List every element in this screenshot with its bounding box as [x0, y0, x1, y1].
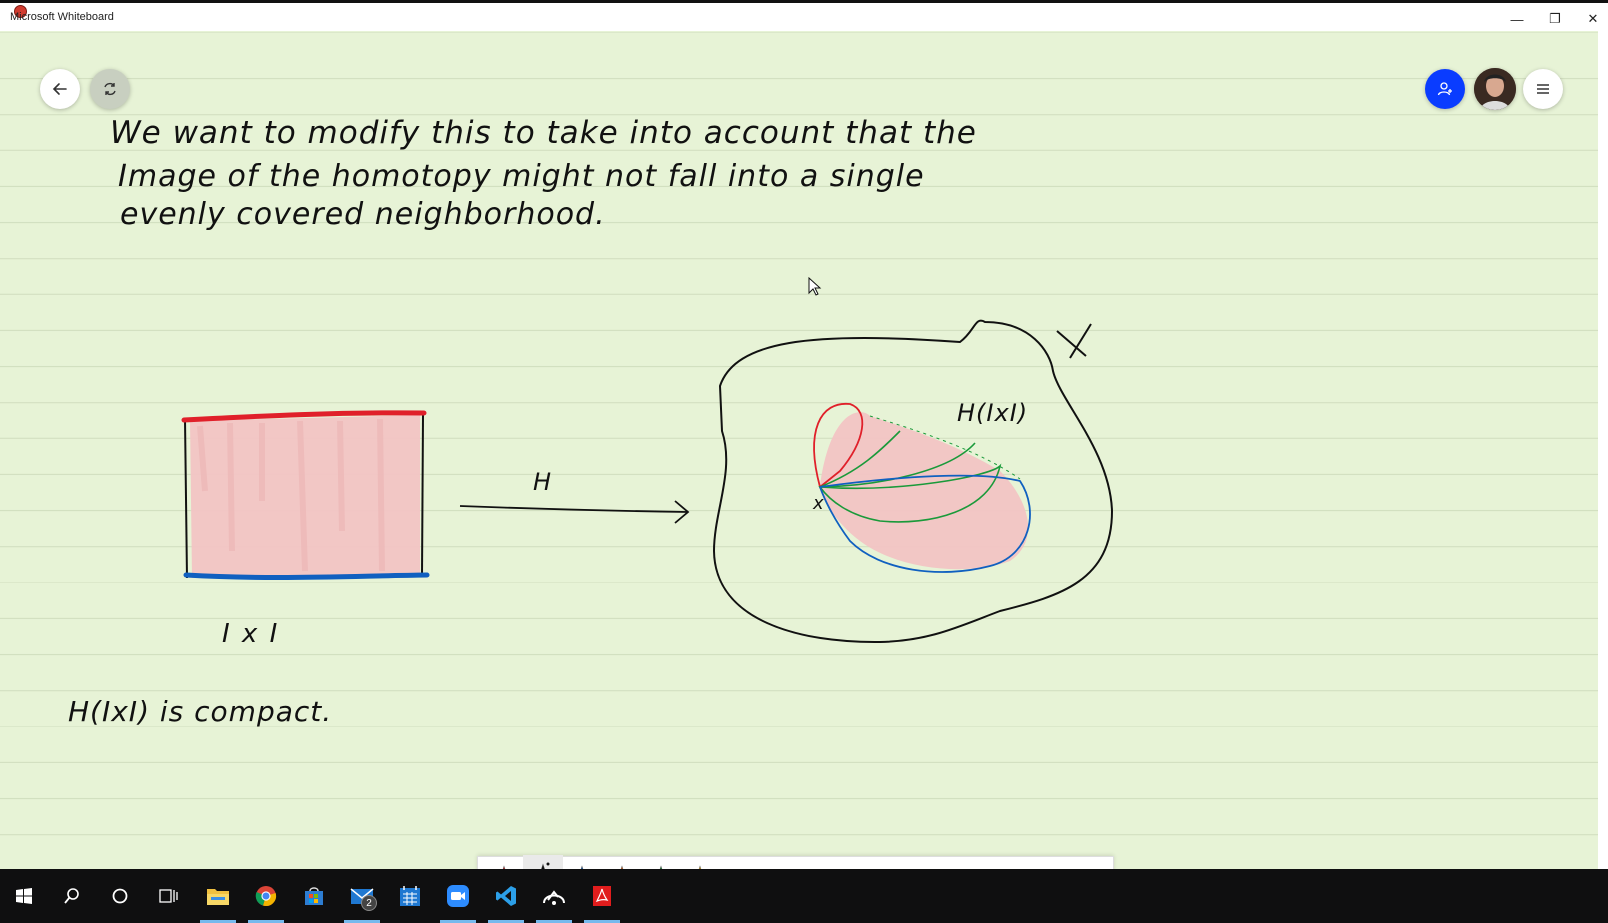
yellow-pen-tool[interactable] [681, 855, 720, 869]
label-ixi: I x I [222, 619, 280, 649]
whiteboard-button[interactable] [530, 869, 578, 923]
drawing-toolbar: A ⊞ ↶ ↷ [477, 855, 1114, 870]
zoom-button[interactable] [434, 869, 482, 923]
orange-pen-tool[interactable] [602, 855, 641, 869]
label-h: H [533, 468, 554, 496]
highlighter-tool[interactable] [720, 855, 759, 869]
cortana-icon [112, 888, 128, 904]
mail-button[interactable]: 2 [338, 869, 386, 923]
task-view-button[interactable] [144, 869, 192, 923]
taskbar: 2 [0, 869, 1608, 923]
start-button[interactable] [0, 869, 48, 923]
diagram-drawing [181, 319, 1114, 644]
minimize-button[interactable]: — [1500, 9, 1534, 29]
mail-badge: 2 [361, 895, 377, 911]
search-button[interactable] [48, 869, 96, 923]
acrobat-button[interactable] [578, 869, 626, 923]
image-tool[interactable] [956, 855, 995, 869]
store-button[interactable] [290, 869, 338, 923]
app-title: Microsoft Whiteboard [10, 11, 114, 23]
black-pen-tool[interactable] [523, 855, 563, 869]
eraser-tool[interactable] [759, 855, 798, 869]
add-tool[interactable]: ⊞ [995, 855, 1034, 869]
blue-pen-tool[interactable] [563, 855, 602, 869]
lasso-tool[interactable] [838, 855, 877, 869]
undo-button[interactable]: ↶ [1034, 855, 1073, 869]
label-point-x: x [813, 493, 826, 514]
windows-logo-icon [16, 888, 32, 904]
note-tool[interactable] [916, 855, 955, 869]
search-icon [64, 888, 79, 904]
ruler-tool[interactable] [799, 855, 838, 869]
whiteboard-canvas[interactable]: We want to modify this to take into acco… [0, 31, 1598, 869]
window-edge [1598, 31, 1608, 869]
square-ixi [181, 410, 430, 580]
vscode-icon [496, 886, 516, 906]
chrome-icon [255, 886, 277, 906]
calendar-icon [400, 886, 420, 906]
store-icon [305, 887, 323, 905]
zoom-icon [447, 885, 469, 907]
conclusion-text: H(IxI) is compact. [68, 695, 333, 728]
label-h-ixi: H(IxI) [957, 399, 1029, 427]
vscode-button[interactable] [482, 869, 530, 923]
redo-button[interactable]: ↷ [1074, 855, 1113, 869]
chrome-button[interactable] [242, 869, 290, 923]
text-tool[interactable]: A [877, 855, 916, 870]
red-pen-tool[interactable] [484, 855, 523, 869]
task-view-icon [159, 889, 178, 903]
calendar-button[interactable] [386, 869, 434, 923]
close-button[interactable]: ✕ [1576, 9, 1608, 29]
green-pen-tool[interactable] [641, 855, 680, 869]
black-pen-icon [541, 862, 550, 869]
file-explorer-icon [207, 889, 229, 905]
cortana-button[interactable] [96, 869, 144, 923]
acrobat-icon [593, 886, 611, 906]
title-bar: Microsoft Whiteboard — ❐ ✕ [0, 0, 1608, 31]
whiteboard-icon [543, 890, 565, 905]
restore-button[interactable]: ❐ [1538, 9, 1572, 29]
file-explorer-button[interactable] [194, 869, 242, 923]
